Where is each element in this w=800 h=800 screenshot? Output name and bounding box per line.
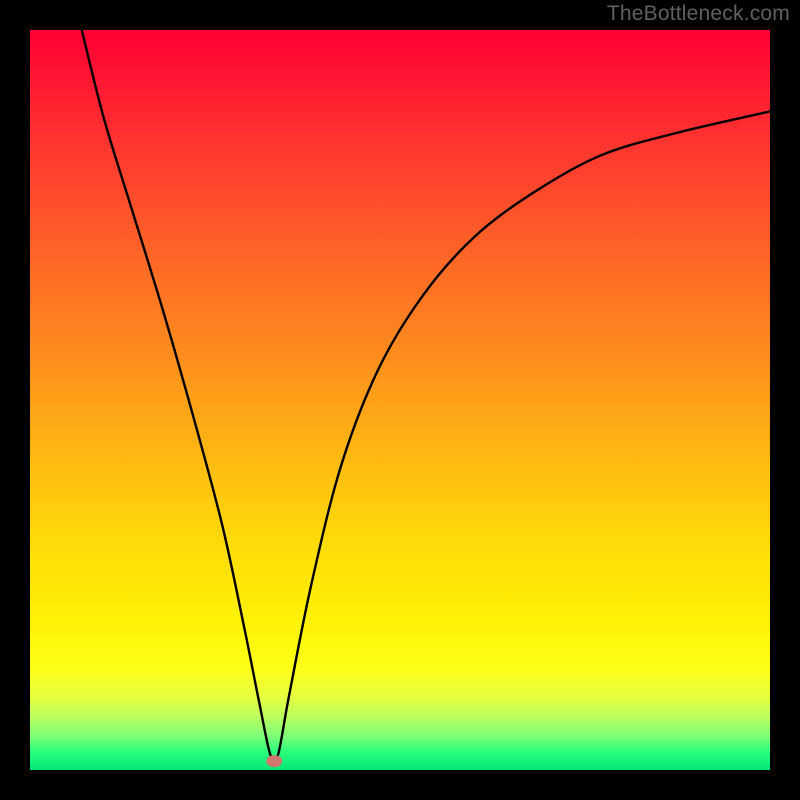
bottleneck-curve-path	[82, 30, 770, 762]
plot-area	[30, 30, 770, 770]
watermark-text: TheBottleneck.com	[607, 2, 790, 26]
chart-frame: TheBottleneck.com	[0, 0, 800, 800]
minimum-marker	[266, 755, 282, 767]
chart-svg	[30, 30, 770, 770]
